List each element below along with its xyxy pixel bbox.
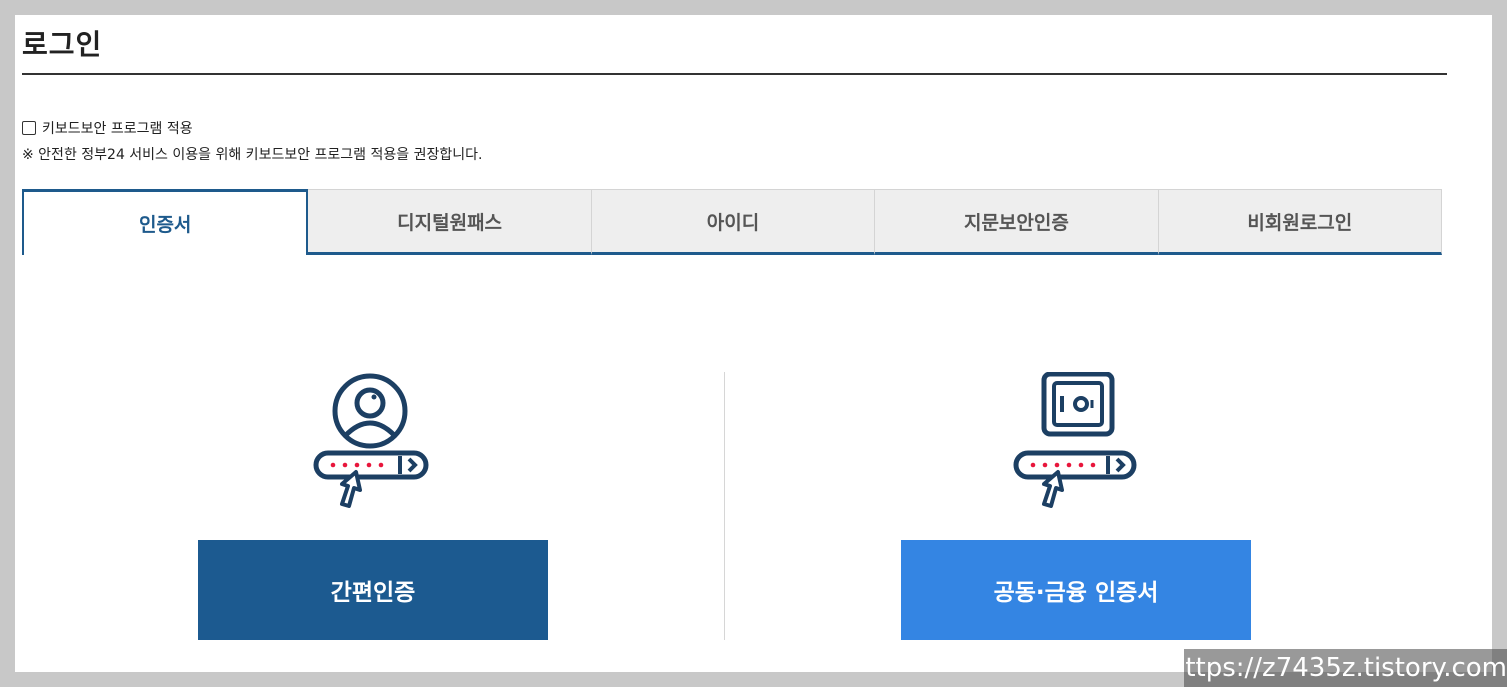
tab-id[interactable]: 아이디 <box>591 189 876 255</box>
keyboard-security-notice: ※ 안전한 정부24 서비스 이용을 위해 키보드보안 프로그램 적용을 권장합… <box>22 147 483 163</box>
person-certificate-icon <box>312 372 434 508</box>
blog-watermark: https://z7435z.tistory.com <box>1184 649 1507 687</box>
keyboard-security-label: 키보드보안 프로그램 적용 <box>42 121 193 137</box>
simple-auth-button[interactable]: 간편인증 <box>198 540 548 640</box>
tab-non-member[interactable]: 비회원로그인 <box>1158 189 1443 255</box>
tab-fingerprint[interactable]: 지문보안인증 <box>875 189 1159 255</box>
tab-certificate[interactable]: 인증서 <box>22 189 309 255</box>
joint-certificate-button[interactable]: 공동·금융 인증서 <box>901 540 1251 640</box>
keyboard-security-option[interactable]: 키보드보안 프로그램 적용 <box>22 118 193 138</box>
options-divider <box>724 372 725 640</box>
keyboard-security-checkbox[interactable] <box>22 121 36 135</box>
tab-digital-onepass[interactable]: 디지털원패스 <box>308 189 592 255</box>
login-panel: 로그인 키보드보안 프로그램 적용 ※ 안전한 정부24 서비스 이용을 위해 … <box>15 15 1492 672</box>
page-title: 로그인 <box>22 28 103 61</box>
login-method-tabs: 인증서 디지털원패스 아이디 지문보안인증 비회원로그인 <box>22 189 1443 255</box>
title-divider <box>22 73 1447 75</box>
safe-certificate-icon <box>1012 371 1142 508</box>
